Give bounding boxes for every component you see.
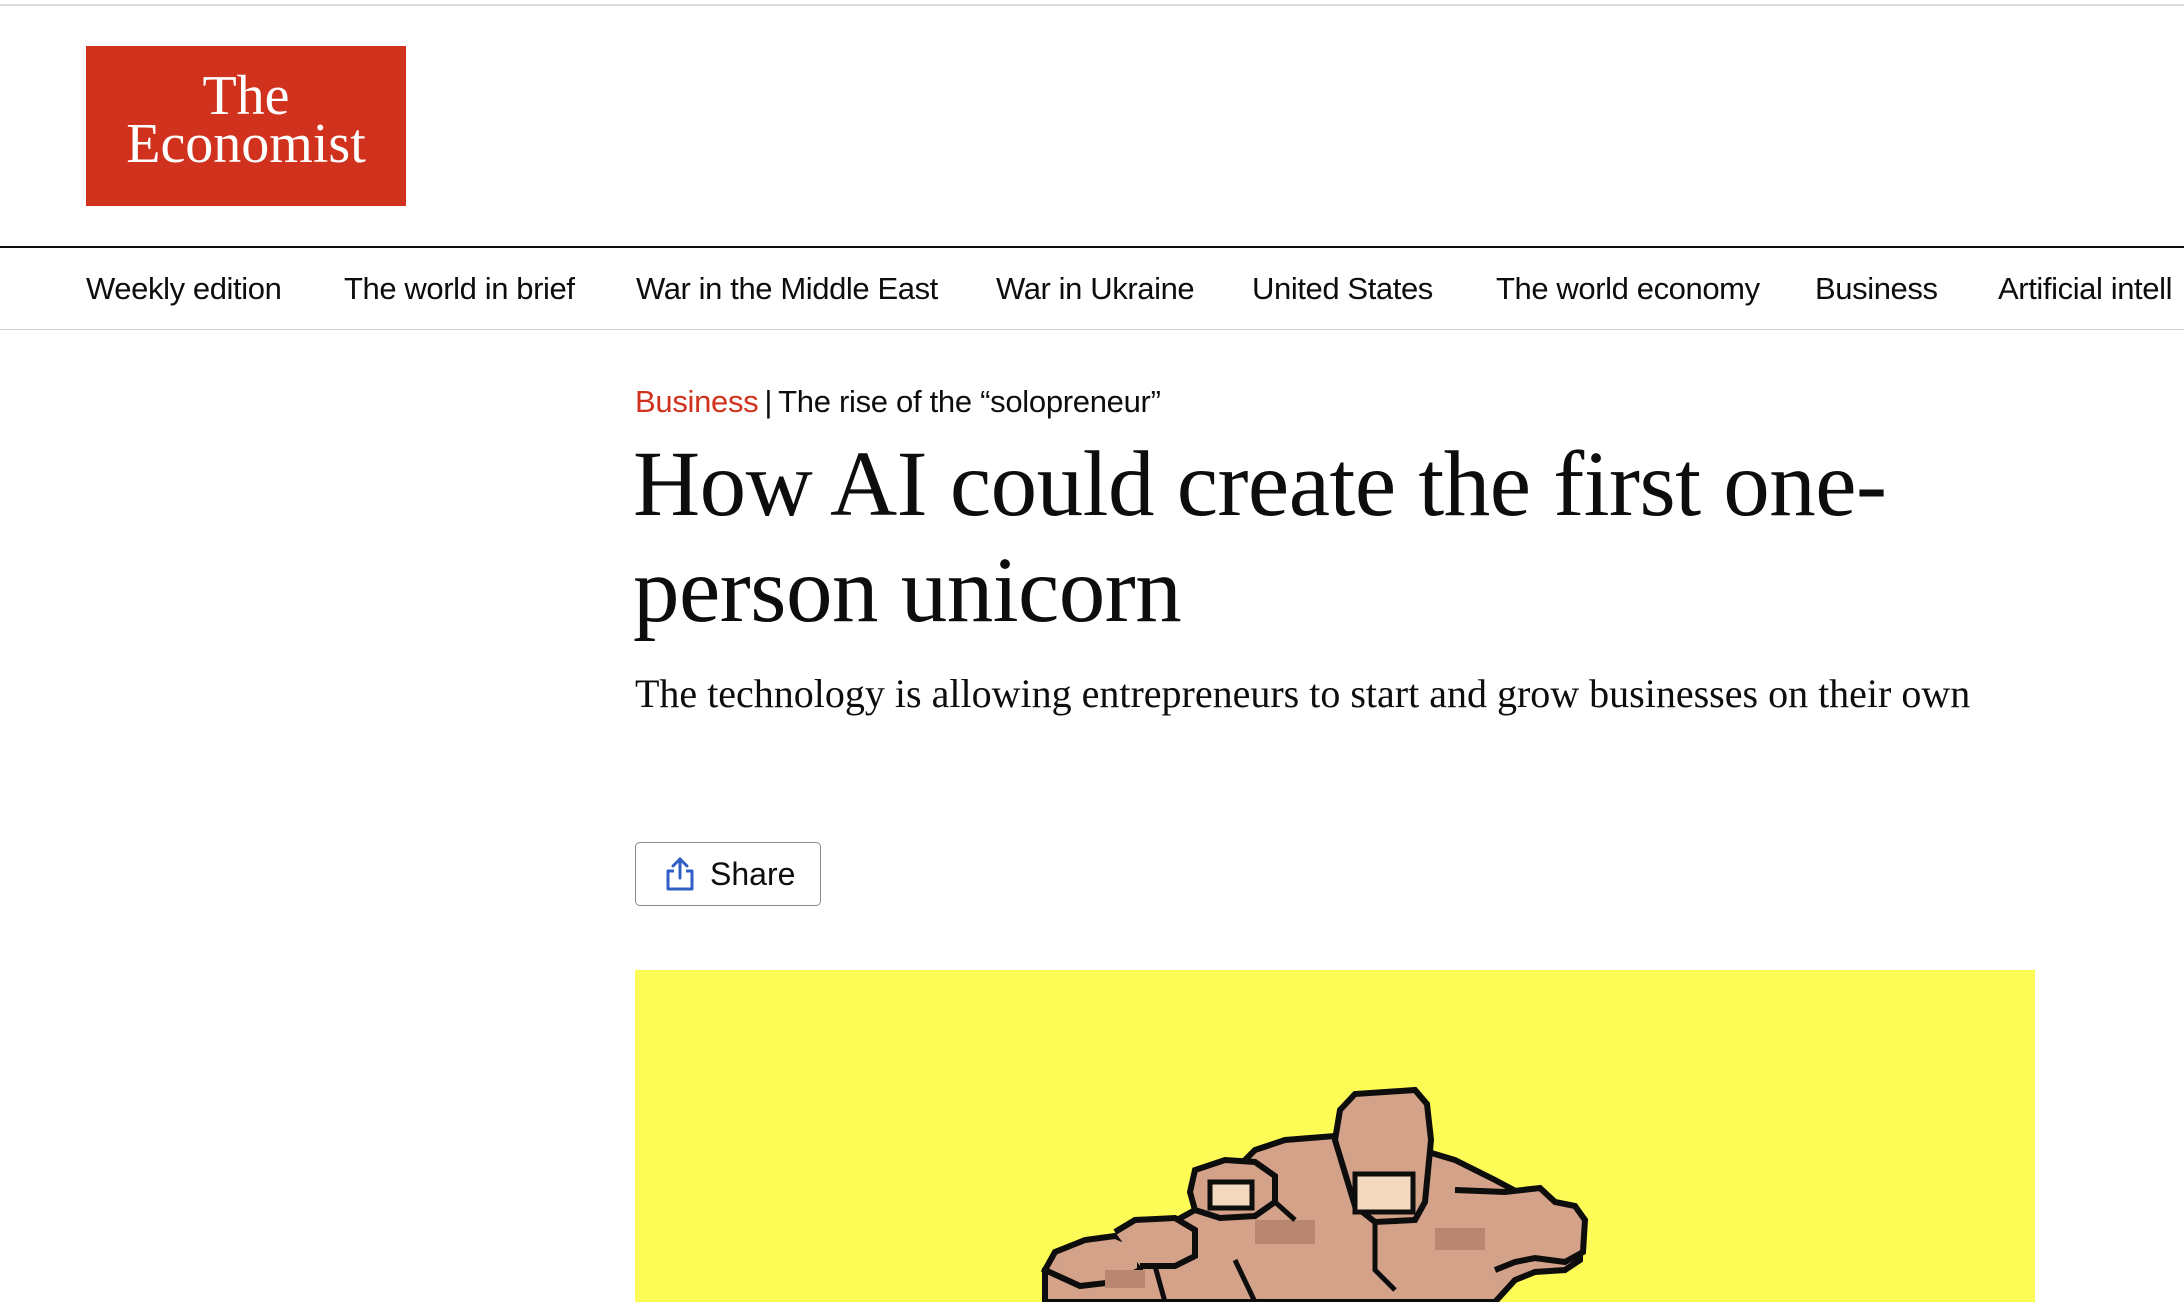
share-label: Share [710, 855, 796, 892]
article-standfirst: The technology is allowing entrepreneurs… [635, 671, 1971, 716]
nav-item-world-in-brief[interactable]: The world in brief [344, 248, 575, 329]
article-rubric: Business | The rise of the “solopreneur” [635, 382, 1161, 422]
economist-logo[interactable]: The Economist [86, 46, 406, 206]
nav-item-artificial-intelligence[interactable]: Artificial intell [1998, 248, 2172, 329]
nav-item-united-states[interactable]: United States [1252, 248, 1433, 329]
rubric-separator: | [764, 384, 773, 419]
nav-item-weekly-edition[interactable]: Weekly edition [86, 248, 282, 329]
logo-line-2: Economist [126, 113, 366, 175]
section-link[interactable]: Business [635, 384, 759, 419]
nav-item-war-middle-east[interactable]: War in the Middle East [636, 248, 938, 329]
hero-image [635, 970, 2035, 1302]
share-icon [664, 856, 696, 892]
article-headline: How AI could create the first one-person… [633, 433, 1887, 642]
nav-item-war-ukraine[interactable]: War in Ukraine [996, 248, 1195, 329]
pixel-art-hand-icon [1040, 1086, 1589, 1302]
nav-item-business[interactable]: Business [1815, 248, 1938, 329]
top-divider [0, 0, 2184, 6]
nav-item-world-economy[interactable]: The world economy [1496, 248, 1760, 329]
share-button[interactable]: Share [635, 842, 821, 906]
article-flytitle: The rise of the “solopreneur” [778, 384, 1161, 419]
section-navigation: Weekly edition The world in brief War in… [0, 246, 2184, 330]
